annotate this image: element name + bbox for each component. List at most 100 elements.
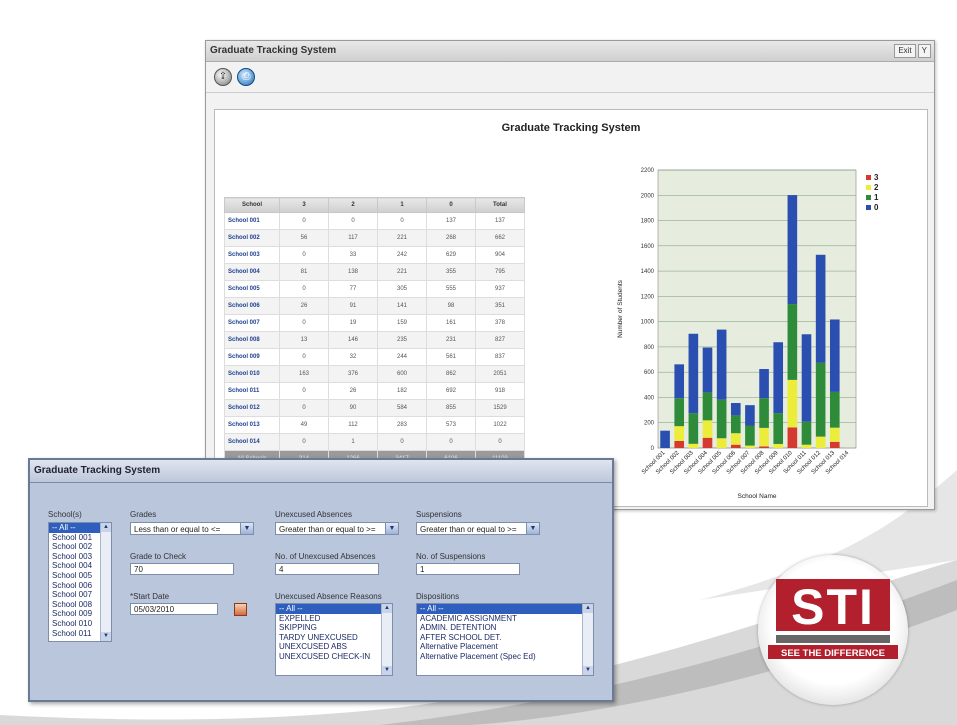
count-cell: 600 bbox=[377, 365, 427, 383]
count-cell: 182 bbox=[377, 382, 427, 400]
school-name-cell[interactable]: School 009 bbox=[224, 348, 280, 366]
window-menu-button[interactable]: Y bbox=[917, 44, 931, 58]
count-cell: 0 bbox=[279, 314, 329, 332]
school-name-cell[interactable]: School 002 bbox=[224, 229, 280, 247]
absence-reasons-listbox[interactable]: ▲ ▼ -- All -- EXPELLED SKIPPING TARDY UNEXC… bbox=[275, 603, 393, 676]
school-name-cell[interactable]: School 007 bbox=[224, 314, 280, 332]
list-option[interactable]: ADMIN. DETENTION bbox=[417, 623, 593, 633]
start-date-input[interactable]: 05/03/2010 bbox=[130, 603, 218, 615]
count-cell: 0 bbox=[279, 399, 329, 417]
results-table: School 3 2 1 0 Total School 001 0 0 0 137 137… bbox=[224, 197, 525, 468]
list-option[interactable]: EXPELLED bbox=[276, 614, 392, 624]
school-name-cell[interactable]: School 001 bbox=[224, 212, 280, 230]
scroll-up-icon[interactable]: ▲ bbox=[583, 604, 593, 613]
school-name-cell[interactable]: School 010 bbox=[224, 365, 280, 383]
count-cell: 1 bbox=[328, 433, 378, 451]
column-header[interactable]: School bbox=[224, 197, 280, 213]
count-cell: 376 bbox=[328, 365, 378, 383]
bar-segment bbox=[674, 426, 685, 441]
dispositions-listbox[interactable]: ▲ ▼ -- All -- ACADEMIC ASSIGNMENT ADMIN. D… bbox=[416, 603, 594, 676]
school-name-cell[interactable]: School 013 bbox=[224, 416, 280, 434]
school-name-cell[interactable]: School 005 bbox=[224, 280, 280, 298]
bar-segment bbox=[730, 403, 741, 416]
count-cell: 692 bbox=[426, 382, 476, 400]
print-icon[interactable]: ⎙ bbox=[237, 68, 256, 86]
bar-segment bbox=[759, 427, 769, 447]
y-tick-label: 1600 bbox=[641, 244, 655, 250]
dispositions-scrollbar[interactable]: ▲ ▼ bbox=[582, 604, 593, 675]
list-option[interactable]: TARDY UNEXCUSED bbox=[276, 633, 392, 643]
suspensions-value: Greater than or equal to >= bbox=[420, 525, 517, 534]
report-toolbar: ⇪ ⎙ bbox=[206, 62, 934, 93]
bar-segment bbox=[801, 334, 812, 422]
school-name-cell[interactable]: School 003 bbox=[224, 246, 280, 264]
export-icon[interactable]: ⇪ bbox=[214, 68, 232, 86]
sti-logo-graphic: STI SEE THE DIFFERENCE bbox=[768, 579, 898, 659]
grades-select[interactable]: Less than or equal to <= ▼ bbox=[130, 522, 254, 535]
bar-segment bbox=[730, 415, 741, 434]
bar-segment bbox=[674, 364, 685, 399]
schools-listbox[interactable]: ▲ ▼ -- All -- School 001 School 002 School … bbox=[48, 522, 112, 642]
y-tick-label: 1200 bbox=[641, 294, 655, 300]
suspensions-label: Suspensions bbox=[416, 510, 462, 519]
count-cell: 268 bbox=[426, 229, 476, 247]
bar-segment bbox=[815, 254, 826, 363]
y-tick-label: 400 bbox=[644, 395, 655, 401]
count-cell: 244 bbox=[377, 348, 427, 366]
list-option[interactable]: Alternative Placement bbox=[417, 642, 593, 652]
list-option[interactable]: -- All -- bbox=[417, 604, 593, 614]
column-header[interactable]: 1 bbox=[377, 197, 427, 213]
report-canvas: Graduate Tracking System School 3 2 1 0 … bbox=[214, 109, 928, 507]
column-header[interactable]: 2 bbox=[328, 197, 378, 213]
calendar-icon[interactable] bbox=[234, 603, 247, 616]
table-row: School 010 163 376 600 862 2051 bbox=[224, 365, 525, 383]
school-name-cell[interactable]: School 012 bbox=[224, 399, 280, 417]
y-tick-label: 600 bbox=[644, 370, 655, 376]
reasons-scrollbar[interactable]: ▲ ▼ bbox=[381, 604, 392, 675]
chevron-down-icon[interactable]: ▼ bbox=[526, 523, 539, 534]
count-cell: 662 bbox=[475, 229, 525, 247]
column-header[interactable]: 0 bbox=[426, 197, 476, 213]
list-option[interactable]: SKIPPING bbox=[276, 623, 392, 633]
scroll-up-icon[interactable]: ▲ bbox=[101, 523, 111, 532]
scroll-down-icon[interactable]: ▼ bbox=[583, 666, 593, 675]
scroll-up-icon[interactable]: ▲ bbox=[382, 604, 392, 613]
bar-segment bbox=[787, 427, 798, 448]
scroll-down-icon[interactable]: ▼ bbox=[382, 666, 392, 675]
list-option[interactable]: Alternative Placement (Spec Ed) bbox=[417, 652, 593, 662]
list-option[interactable]: AFTER SCHOOL DET. bbox=[417, 633, 593, 643]
list-option[interactable]: UNEXCUSED ABS bbox=[276, 642, 392, 652]
school-name-cell[interactable]: School 014 bbox=[224, 433, 280, 451]
num-suspensions-input[interactable]: 1 bbox=[416, 563, 520, 575]
exit-button[interactable]: Exit bbox=[894, 44, 916, 58]
num-unexcused-input[interactable]: 4 bbox=[275, 563, 379, 575]
grade-to-check-input[interactable]: 70 bbox=[130, 563, 234, 575]
y-tick-label: 2200 bbox=[641, 168, 655, 174]
x-axis-label: School Name bbox=[737, 493, 776, 500]
count-cell: 0 bbox=[279, 433, 329, 451]
school-name-cell[interactable]: School 004 bbox=[224, 263, 280, 281]
column-header[interactable]: Total bbox=[475, 197, 525, 213]
unexcused-absences-select[interactable]: Greater than or equal to >= ▼ bbox=[275, 522, 399, 535]
chevron-down-icon[interactable]: ▼ bbox=[240, 523, 253, 534]
chevron-down-icon[interactable]: ▼ bbox=[385, 523, 398, 534]
count-cell: 2051 bbox=[475, 365, 525, 383]
schools-label: School(s) bbox=[48, 510, 82, 519]
list-option[interactable]: ACADEMIC ASSIGNMENT bbox=[417, 614, 593, 624]
bar-segment bbox=[716, 329, 727, 400]
list-option[interactable]: -- All -- bbox=[276, 604, 392, 614]
legend-swatch bbox=[866, 195, 871, 200]
legend-label: 2 bbox=[874, 183, 879, 192]
bar-segment bbox=[829, 441, 840, 448]
school-name-cell[interactable]: School 006 bbox=[224, 297, 280, 315]
schools-scrollbar[interactable]: ▲ ▼ bbox=[100, 523, 111, 641]
y-axis-label: Number of Students bbox=[617, 279, 624, 338]
school-name-cell[interactable]: School 008 bbox=[224, 331, 280, 349]
scroll-down-icon[interactable]: ▼ bbox=[101, 632, 111, 641]
bar-segment bbox=[730, 444, 741, 448]
column-header[interactable]: 3 bbox=[279, 197, 329, 213]
list-option[interactable]: UNEXCUSED CHECK-IN bbox=[276, 652, 392, 662]
school-name-cell[interactable]: School 011 bbox=[224, 382, 280, 400]
suspensions-select[interactable]: Greater than or equal to >= ▼ bbox=[416, 522, 540, 535]
count-cell: 0 bbox=[279, 212, 329, 230]
